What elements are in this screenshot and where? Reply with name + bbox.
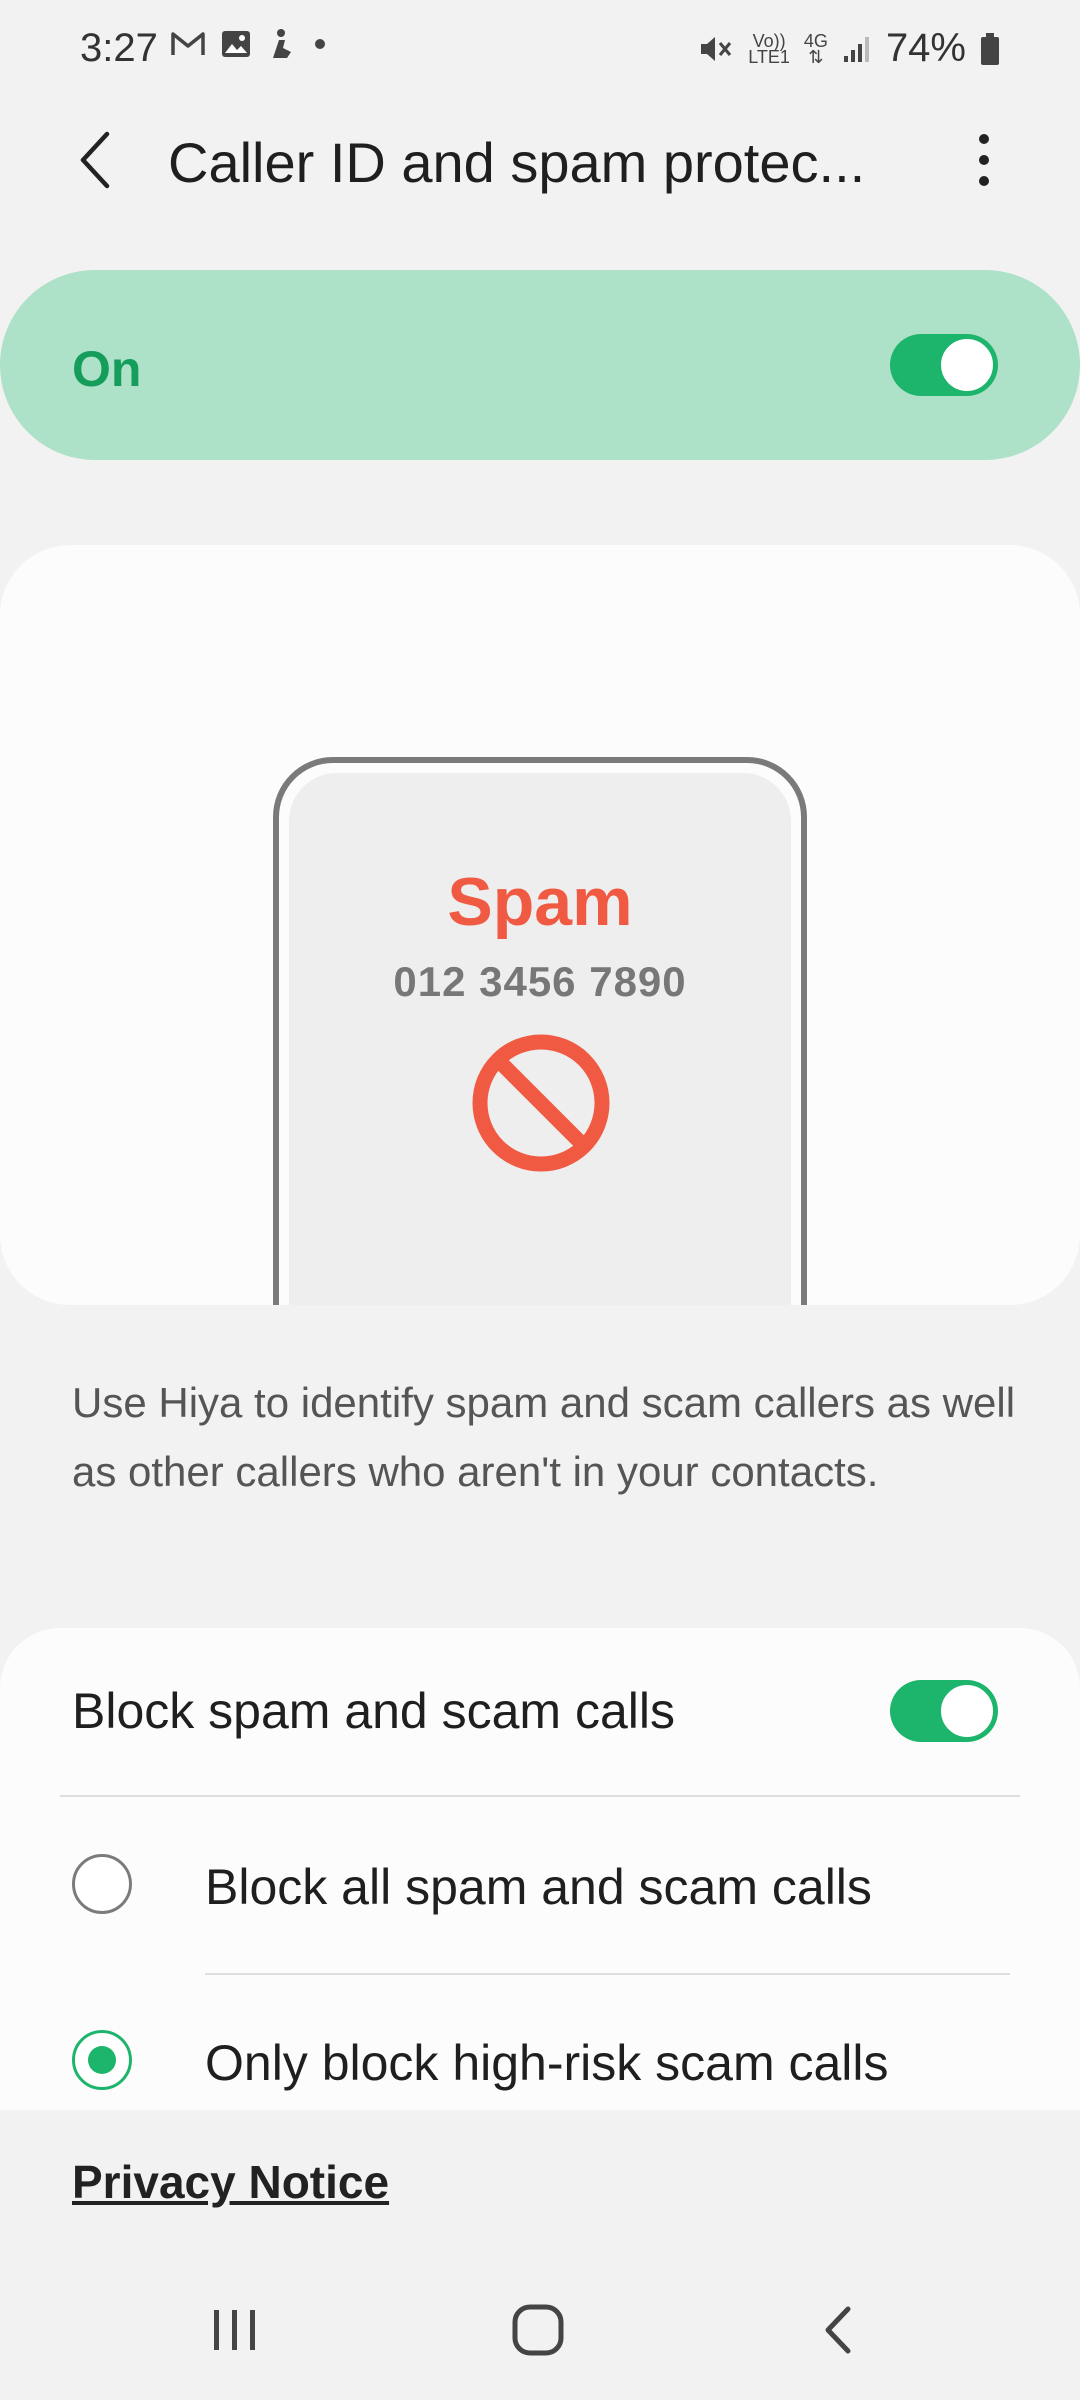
radio-high-risk[interactable] <box>72 2030 132 2090</box>
status-time: 3:27 <box>80 26 158 70</box>
network-type: 4G ⇅ <box>804 32 828 67</box>
data-arrows-icon: ⇅ <box>808 46 824 67</box>
gallery-icon <box>222 31 250 57</box>
back-button[interactable] <box>60 120 130 200</box>
toggle-knob <box>939 337 995 393</box>
notification-icons <box>170 28 330 60</box>
mute-icon <box>701 36 732 61</box>
home-icon <box>512 2304 564 2356</box>
radio-block-all[interactable] <box>72 1854 132 1914</box>
feature-description: Use Hiya to identify spam and scam calle… <box>72 1379 1016 1495</box>
page-title: Caller ID and spam protec... <box>168 131 866 194</box>
divider <box>60 1795 1020 1797</box>
system-icons: Vo)) LTE1 4G ⇅ 74% <box>698 26 1000 71</box>
divider <box>205 1973 1010 1975</box>
battery-icon <box>981 32 999 65</box>
nav-back-icon <box>825 2306 851 2354</box>
privacy-notice-link[interactable]: Privacy Notice <box>72 2155 389 2209</box>
master-switch-label: On <box>72 341 142 397</box>
spam-phone-number: 012 3456 7890 <box>393 958 687 1005</box>
volte-bottom-text: LTE1 <box>748 46 790 67</box>
gmail-icon <box>171 32 205 55</box>
home-button[interactable] <box>478 2285 598 2375</box>
spam-label: Spam <box>447 864 633 940</box>
toggle-knob <box>939 1683 995 1739</box>
option-block-all[interactable]: Block all spam and scam calls <box>0 1798 1080 1968</box>
illustration-card: Spam 012 3456 7890 <box>0 545 1080 1305</box>
more-options-button[interactable] <box>954 120 1014 200</box>
phone-illustration: Spam 012 3456 7890 <box>273 757 807 1305</box>
battery-percent: 74% <box>885 26 966 70</box>
block-icon <box>472 1034 610 1172</box>
option-high-risk[interactable]: Only block high-risk scam calls <box>0 1976 1080 2126</box>
phone-screen: Spam 012 3456 7890 <box>289 773 791 1305</box>
master-switch-bar[interactable]: On <box>0 270 1080 460</box>
block-spam-toggle[interactable] <box>890 1680 998 1742</box>
block-spam-row[interactable]: Block spam and scam calls <box>0 1628 1080 1796</box>
radio-selected-dot <box>88 2046 116 2074</box>
option-high-risk-label: Only block high-risk scam calls <box>205 2035 889 2091</box>
nav-back-button[interactable] <box>778 2285 898 2375</box>
signal-icon <box>843 36 869 62</box>
status-bar: 3:27 Vo)) LTE1 4G ⇅ 74% <box>0 0 1080 100</box>
master-toggle[interactable] <box>890 334 998 396</box>
volte-indicator: Vo)) LTE1 <box>748 32 790 67</box>
recent-apps-icon <box>214 2310 255 2350</box>
recent-apps-button[interactable] <box>175 2285 295 2375</box>
option-block-all-label: Block all spam and scam calls <box>205 1859 872 1915</box>
block-spam-label: Block spam and scam calls <box>72 1683 676 1739</box>
back-arrow-icon <box>80 131 110 189</box>
accessibility-icon <box>273 29 291 58</box>
dot-icon <box>315 39 325 49</box>
more-vert-icon <box>979 134 989 186</box>
settings-card: Block spam and scam calls Block all spam… <box>0 1628 1080 2128</box>
